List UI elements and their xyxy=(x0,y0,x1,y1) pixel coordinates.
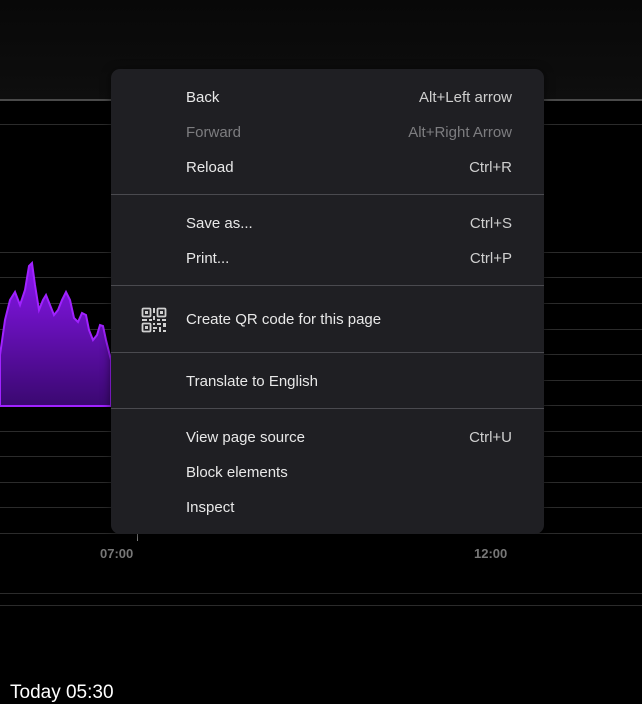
area-series xyxy=(0,260,112,407)
menu-item-label: Inspect xyxy=(186,499,235,516)
menu-item-label: Save as... xyxy=(186,215,253,232)
menu-item-label: Back xyxy=(186,89,220,106)
menu-item-shortcut: Ctrl+S xyxy=(469,215,512,232)
menu-item-label: Print... xyxy=(186,250,230,267)
context-menu: Back Alt+Left arrow Forward Alt+Right Ar… xyxy=(111,69,544,534)
menu-item-block-elements[interactable]: Block elements xyxy=(111,457,544,489)
menu-item-shortcut: Ctrl+U xyxy=(469,429,512,446)
today-timestamp: Today 05:30 xyxy=(10,682,114,703)
menu-item-shortcut: Ctrl+P xyxy=(469,250,512,267)
menu-item-shortcut: Alt+Left arrow xyxy=(419,89,512,106)
menu-separator xyxy=(111,352,544,353)
menu-item-back[interactable]: Back Alt+Left arrow xyxy=(111,82,544,114)
menu-item-shortcut: Ctrl+R xyxy=(469,159,512,176)
menu-item-label: Create QR code for this page xyxy=(186,311,382,328)
menu-item-label: Translate to English xyxy=(186,373,319,390)
menu-separator xyxy=(111,194,544,195)
menu-item-label: Forward xyxy=(186,124,242,141)
menu-item-label: View page source xyxy=(186,429,305,446)
menu-item-label: Reload xyxy=(186,159,234,176)
qr-code-icon xyxy=(141,307,167,333)
x-axis-label-1200: 12:00 xyxy=(474,546,508,561)
menu-item-shortcut: Alt+Right Arrow xyxy=(408,124,512,141)
menu-item-create-qr-code[interactable]: Create QR code for this page xyxy=(111,304,544,336)
menu-item-forward: Forward Alt+Right Arrow xyxy=(111,117,544,149)
menu-separator xyxy=(111,408,544,409)
menu-item-translate[interactable]: Translate to English xyxy=(111,366,544,398)
menu-item-inspect[interactable]: Inspect xyxy=(111,492,544,524)
menu-item-reload[interactable]: Reload Ctrl+R xyxy=(111,152,544,184)
menu-separator xyxy=(111,285,544,286)
menu-item-label: Block elements xyxy=(186,464,288,481)
menu-item-view-page-source[interactable]: View page source Ctrl+U xyxy=(111,422,544,454)
menu-item-save-as[interactable]: Save as... Ctrl+S xyxy=(111,208,544,240)
x-axis-tick xyxy=(137,533,138,541)
menu-item-print[interactable]: Print... Ctrl+P xyxy=(111,243,544,275)
x-axis-label-0700: 07:00 xyxy=(100,546,134,561)
